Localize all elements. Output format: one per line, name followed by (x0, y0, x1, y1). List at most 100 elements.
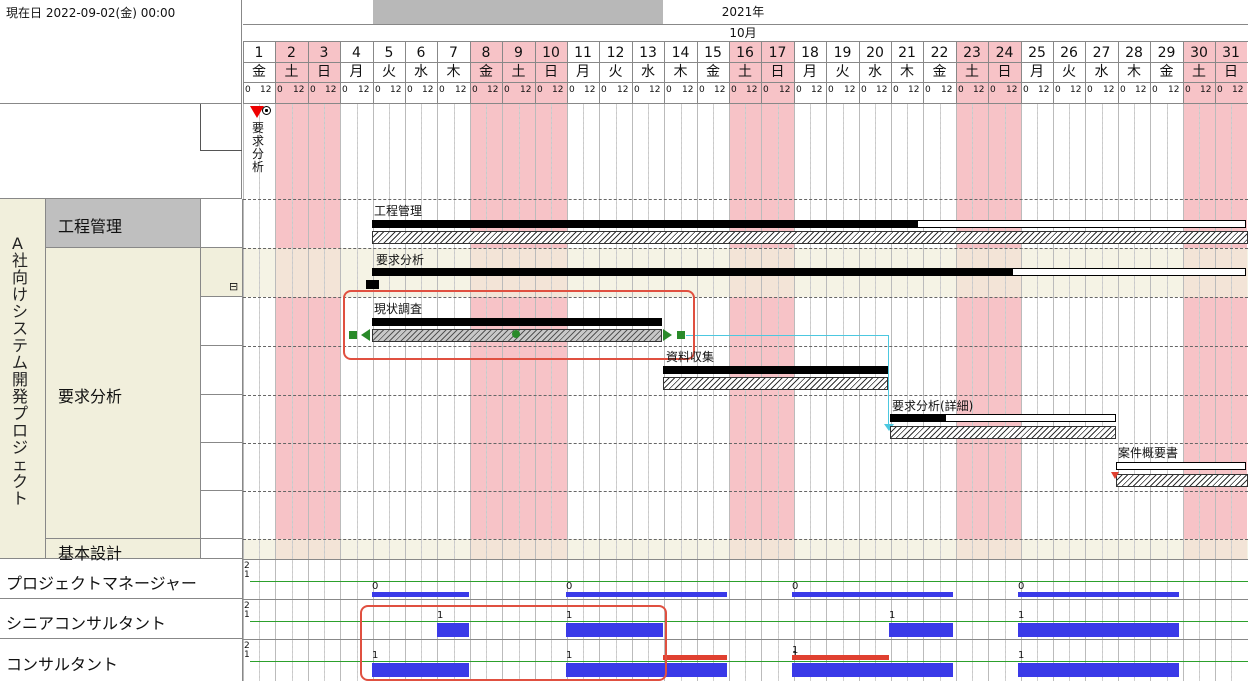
weekday-label: 水 (414, 64, 428, 80)
group-koutei: 工程管理 (46, 199, 201, 248)
current-date-cell: 現在日 2022-09-02(金) 00:00 (0, 0, 242, 104)
resource-row-senior: シニアコンサルタント (0, 599, 243, 639)
hour-label: 0 (763, 85, 769, 95)
hour-label: 12 (390, 85, 402, 95)
gantt-chart-area[interactable] (243, 104, 1248, 681)
weekday-label: 日 (544, 64, 558, 80)
weekday-label: 火 (1062, 64, 1076, 80)
hour-label: 0 (1087, 85, 1093, 95)
group-kihon: 基本設計 (46, 539, 201, 563)
hour-label: 12 (1200, 85, 1212, 95)
hour-label: 12 (876, 85, 888, 95)
month-label: 10月 (729, 26, 757, 40)
hour-label: 0 (958, 85, 964, 95)
day-number: 9 (514, 45, 523, 61)
hour-label: 12 (325, 85, 337, 95)
day-number: 21 (898, 45, 916, 61)
weekday-label: 水 (641, 64, 655, 80)
hour-label: 0 (861, 85, 867, 95)
hour-label: 0 (1120, 85, 1126, 95)
year-header-shade (373, 0, 663, 25)
hour-label: 0 (407, 85, 413, 95)
hour-label: 0 (472, 85, 478, 95)
hour-label: 12 (358, 85, 370, 95)
project-name: A社向けシステム開発プロジェクト (12, 234, 29, 508)
weekday-label: 日 (770, 64, 785, 80)
hour-label: 0 (537, 85, 543, 95)
hour-label: 0 (375, 85, 381, 95)
milestone-bracket (200, 104, 201, 150)
hour-label: 12 (1038, 85, 1050, 95)
hour-label: 0 (893, 85, 899, 95)
day-number: 25 (1028, 45, 1046, 61)
weekday-label: 金 (252, 64, 266, 80)
group-youkyu: 要求分析 (46, 248, 201, 539)
hour-label: 12 (455, 85, 467, 95)
weekday-label: 土 (1192, 64, 1206, 80)
group-youkyu-label: 要求分析 (58, 387, 123, 406)
hour-label: 12 (811, 85, 823, 95)
weekday-label: 火 (382, 64, 396, 80)
current-date: 現在日 2022-09-02(金) 00:00 (6, 6, 176, 20)
hour-label: 0 (699, 85, 705, 95)
hour-label: 12 (1006, 85, 1018, 95)
weekday-label: 月 (1030, 64, 1044, 80)
day-number: 7 (449, 45, 458, 61)
day-number: 30 (1190, 45, 1208, 61)
weekday-label: 月 (349, 64, 364, 80)
day-number: 19 (833, 45, 852, 61)
weekday-label: 土 (965, 64, 979, 80)
weekday-label: 土 (284, 64, 299, 80)
hour-label: 12 (1103, 85, 1115, 95)
hour-label: 12 (746, 85, 758, 95)
hour-label: 0 (634, 85, 640, 95)
hour-label: 12 (1135, 85, 1147, 95)
day-number: 10 (542, 45, 560, 61)
weekday-label: 木 (673, 64, 688, 80)
weekday-label: 月 (576, 64, 590, 80)
weekday-label: 日 (997, 64, 1012, 80)
weekday-label: 火 (835, 64, 850, 80)
hour-label: 12 (293, 85, 305, 95)
day-number: 28 (1125, 45, 1143, 61)
weekday-label: 水 (868, 64, 882, 80)
project-cell: A社向けシステム開発プロジェクト (0, 199, 46, 559)
day-number: 20 (866, 45, 884, 61)
hour-label: 0 (277, 85, 283, 95)
day-number: 14 (671, 45, 690, 61)
weekday-label: 土 (738, 64, 752, 80)
group-koutei-label: 工程管理 (58, 217, 123, 236)
hour-label: 0 (342, 85, 348, 95)
hour-label: 12 (422, 85, 434, 95)
weekday-label: 木 (446, 64, 461, 80)
day-number: 17 (768, 45, 787, 61)
day-number: 24 (995, 45, 1014, 61)
weekday-label: 水 (1094, 64, 1109, 80)
day-number: 8 (481, 45, 491, 61)
hour-label: 12 (682, 85, 694, 95)
hour-label: 0 (990, 85, 996, 95)
day-number: 12 (606, 45, 625, 61)
day-number: 1 (254, 45, 264, 61)
hour-label: 0 (1217, 85, 1223, 95)
hour-label: 12 (908, 85, 920, 95)
weekday-label: 金 (932, 64, 947, 80)
hour-label: 12 (617, 85, 629, 95)
hour-label: 0 (666, 85, 672, 95)
hour-label: 0 (310, 85, 316, 95)
hour-label: 0 (1023, 85, 1029, 95)
weekday-label: 木 (900, 64, 914, 80)
hour-label: 12 (520, 85, 532, 95)
resource-row-consultant: コンサルタント (0, 639, 243, 681)
hour-label: 0 (504, 85, 510, 95)
collapse-toggle-icon[interactable]: ⊟ (229, 280, 238, 293)
hour-label: 0 (1185, 85, 1191, 95)
milestone-row-label (0, 104, 242, 199)
hour-label: 12 (487, 85, 499, 95)
weekday-label: 火 (608, 64, 623, 80)
day-number: 15 (704, 45, 722, 61)
weekday-label: 金 (706, 64, 720, 80)
hour-label: 0 (569, 85, 575, 95)
hour-label: 0 (796, 85, 802, 95)
hour-label: 0 (1055, 85, 1061, 95)
